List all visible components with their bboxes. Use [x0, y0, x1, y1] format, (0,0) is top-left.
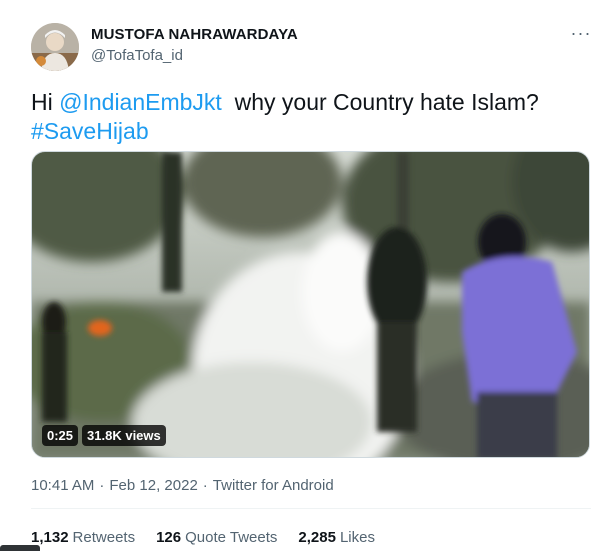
tweet-meta: 10:41 AM · Feb 12, 2022 · Twitter for Androi… — [31, 477, 334, 494]
tweet-time-link[interactable]: 10:41 AM — [31, 477, 94, 494]
retweets-count: 1,132 — [31, 529, 69, 546]
quote-tweets-label: Quote Tweets — [185, 529, 278, 546]
tweet-card: MUSTOFA NAHRAWARDAYA @TofaTofa_id ··· Hi… — [0, 0, 600, 551]
video-frame-image — [32, 152, 589, 457]
likes-count: 2,285 — [298, 529, 336, 546]
author-handle[interactable]: @TofaTofa_id — [91, 47, 183, 64]
more-options-icon[interactable]: ··· — [566, 22, 596, 44]
likes-stat[interactable]: 2,285 Likes — [298, 529, 375, 546]
retweets-stat[interactable]: 1,132 Retweets — [31, 529, 135, 546]
tweet-text-body: why your Country hate Islam? — [221, 89, 539, 115]
likes-label: Likes — [339, 529, 375, 546]
quote-tweets-stat[interactable]: 126 Quote Tweets — [156, 529, 277, 546]
mention-link[interactable]: @IndianEmbJkt — [59, 89, 222, 115]
engagement-stats: 1,132 Retweets 126 Quote Tweets 2,285 Likes — [31, 529, 375, 546]
tweet-source-link[interactable]: Twitter for Android — [213, 477, 334, 494]
tweet-text-prefix: Hi — [31, 89, 60, 115]
meta-separator: · — [99, 477, 105, 494]
video-views-badge: 31.8K views — [82, 425, 166, 446]
video-player[interactable]: 0:25 31.8K views — [31, 151, 590, 458]
hashtag-link[interactable]: #SaveHijab — [31, 118, 149, 144]
video-meta-overlay: 0:25 31.8K views — [42, 425, 166, 446]
tweet-date-link[interactable]: Feb 12, 2022 — [109, 477, 197, 494]
tweet-text: Hi @IndianEmbJkt why your Country hate I… — [31, 88, 591, 146]
avatar-photo-icon — [31, 23, 79, 71]
corner-badge — [0, 545, 40, 551]
meta-separator-2: · — [202, 477, 208, 494]
quote-tweets-count: 126 — [156, 529, 182, 546]
author-display-name[interactable]: MUSTOFA NAHRAWARDAYA — [91, 26, 298, 43]
author-avatar[interactable] — [31, 23, 79, 71]
video-duration-badge: 0:25 — [42, 425, 79, 446]
divider — [31, 508, 591, 509]
retweets-label: Retweets — [72, 529, 136, 546]
